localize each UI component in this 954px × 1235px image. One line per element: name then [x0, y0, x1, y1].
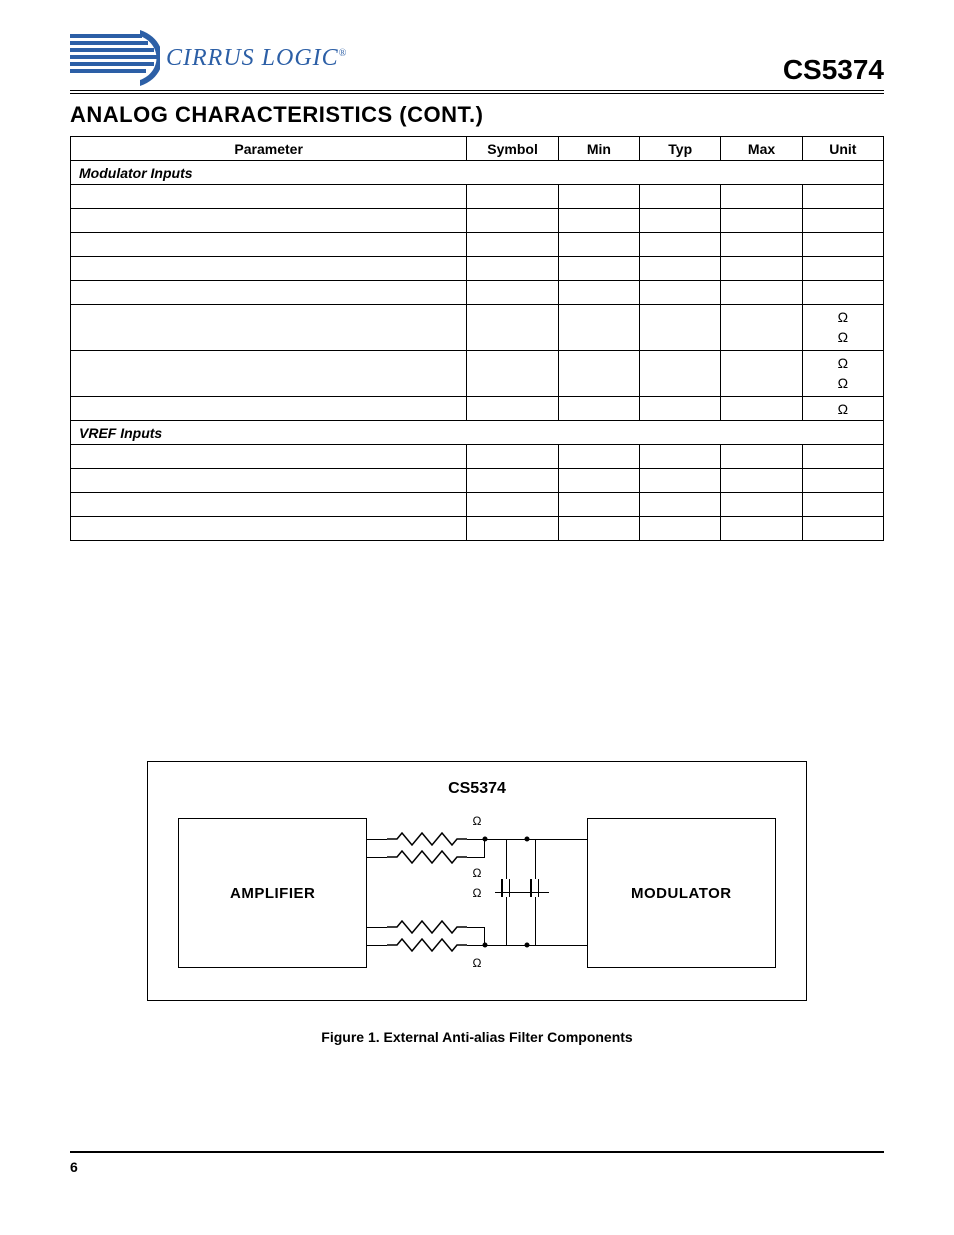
brand-name: CIRRUS LOGIC® [166, 45, 347, 72]
table-row: ΩΩ [71, 305, 884, 351]
table-row [71, 517, 884, 541]
table-row [71, 281, 884, 305]
resistor-icon [387, 938, 467, 952]
diagram-chip-label: CS5374 [178, 780, 776, 798]
resistor-icon [387, 832, 467, 846]
node-icon [483, 837, 488, 842]
col-max: Max [721, 137, 802, 161]
col-parameter: Parameter [71, 137, 467, 161]
node-icon [525, 837, 530, 842]
brand-logo: CIRRUS LOGIC® [70, 30, 347, 86]
col-unit: Unit [802, 137, 883, 161]
table-row [71, 209, 884, 233]
characteristics-table: Parameter Symbol Min Typ Max Unit Modula… [70, 136, 884, 541]
col-typ: Typ [640, 137, 721, 161]
table-row [71, 469, 884, 493]
col-min: Min [558, 137, 639, 161]
amplifier-block: AMPLIFIER [178, 818, 367, 968]
page-header: CIRRUS LOGIC® CS5374 [70, 30, 884, 94]
table-header-row: Parameter Symbol Min Typ Max Unit [71, 137, 884, 161]
page-footer: 6 [70, 1151, 884, 1175]
ohm-label: Ω [473, 886, 482, 900]
rc-network: Ω Ω Ω Ω [367, 808, 586, 978]
ohm-label: Ω [473, 814, 482, 828]
node-icon [483, 943, 488, 948]
table-section-header: VREF Inputs [71, 421, 884, 445]
table-row [71, 233, 884, 257]
col-symbol: Symbol [467, 137, 558, 161]
node-icon [525, 943, 530, 948]
table-row [71, 185, 884, 209]
modulator-block: MODULATOR [587, 818, 776, 968]
ohm-label: Ω [473, 956, 482, 970]
figure-1: CS5374 AMPLIFIER Ω Ω Ω Ω [70, 761, 884, 1045]
table-row [71, 257, 884, 281]
page-number: 6 [70, 1159, 78, 1175]
resistor-icon [387, 920, 467, 934]
part-number: CS5374 [783, 54, 884, 86]
cirrus-logo-icon [70, 30, 160, 86]
resistor-icon [387, 850, 467, 864]
table-row [71, 493, 884, 517]
table-body: Modulator Inputs ΩΩ ΩΩ ΩVREF Inputs [71, 161, 884, 541]
table-row: ΩΩ [71, 351, 884, 397]
anti-alias-diagram: CS5374 AMPLIFIER Ω Ω Ω Ω [147, 761, 807, 1001]
section-title: ANALOG CHARACTERISTICS (CONT.) [70, 102, 884, 128]
table-row: Ω [71, 397, 884, 421]
table-row [71, 445, 884, 469]
figure-caption: Figure 1. External Anti-alias Filter Com… [70, 1029, 884, 1045]
ohm-label: Ω [473, 866, 482, 880]
table-section-header: Modulator Inputs [71, 161, 884, 185]
